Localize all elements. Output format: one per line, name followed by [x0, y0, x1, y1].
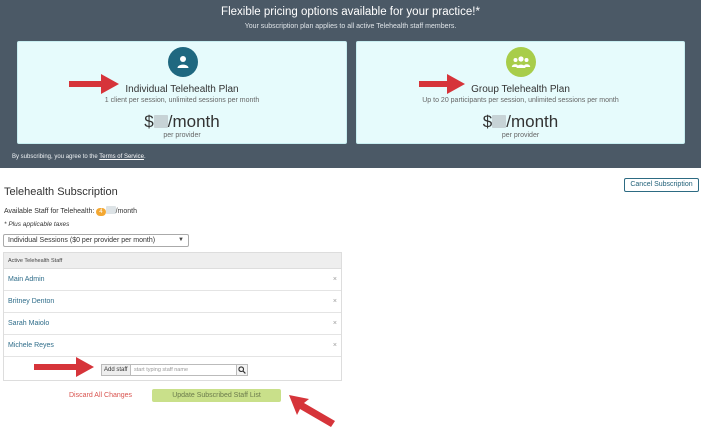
cancel-subscription-button[interactable]: Cancel Subscription [624, 178, 699, 192]
plan-description: Up to 20 participants per session, unlim… [422, 97, 619, 104]
staff-table-header: Active Telehealth Staff [4, 253, 341, 269]
discard-changes-link[interactable]: Discard All Changes [69, 392, 132, 399]
remove-icon[interactable]: × [333, 335, 337, 356]
update-staff-list-button[interactable]: Update Subscribed Staff List [152, 389, 281, 402]
plan-description: 1 client per session, unlimited sessions… [104, 97, 260, 104]
tax-note: * Plus applicable taxes [4, 221, 70, 228]
plan-price: $/month [482, 112, 559, 131]
terms-notice: By subscribing, you agree to the Terms o… [12, 154, 146, 160]
section-title: Telehealth Subscription [4, 186, 118, 198]
annotation-arrow-icon [69, 74, 119, 94]
remove-icon[interactable]: × [333, 269, 337, 290]
person-icon [168, 47, 198, 77]
plan-price-unit: per provider [163, 132, 201, 139]
staff-name-link[interactable]: Sarah Maiolo [8, 320, 49, 327]
plan-price-unit: per provider [501, 132, 540, 139]
staff-count-badge: 4 [96, 208, 106, 216]
staff-name-link[interactable]: Michele Reyes [8, 342, 54, 349]
available-staff: Available Staff for Telehealth: 4/month [4, 206, 137, 216]
group-icon [506, 47, 536, 77]
remove-icon[interactable]: × [333, 291, 337, 312]
group-plan-card[interactable]: Group Telehealth Plan Up to 20 participa… [356, 41, 685, 144]
staff-search-input[interactable]: start typing staff name [131, 364, 237, 376]
plan-price: $/month [144, 112, 220, 131]
redacted-price [492, 115, 507, 128]
remove-icon[interactable]: × [333, 313, 337, 334]
plan-name: Group Telehealth Plan [471, 84, 570, 95]
staff-name-link[interactable]: Britney Denton [8, 298, 54, 305]
search-icon[interactable] [236, 364, 248, 376]
banner-subtitle: Your subscription plan applies to all ac… [244, 23, 457, 30]
table-row: Michele Reyes × [4, 335, 341, 357]
staff-table: Active Telehealth Staff Main Admin × Bri… [3, 252, 342, 381]
add-staff-label: Add staff [101, 364, 131, 376]
banner-title: Flexible pricing options available for y… [221, 6, 480, 18]
table-row: Main Admin × [4, 269, 341, 291]
add-staff-row: Add staff start typing staff name [4, 357, 341, 382]
terms-of-service-link[interactable]: Terms of Service [99, 154, 144, 160]
staff-name-link[interactable]: Main Admin [8, 276, 45, 283]
annotation-arrow-icon [289, 395, 335, 427]
redacted-price [153, 115, 168, 128]
annotation-arrow-icon [419, 74, 465, 94]
redacted-price [105, 206, 116, 214]
plan-select[interactable]: Individual Sessions ($0 per provider per… [3, 234, 189, 247]
table-row: Britney Denton × [4, 291, 341, 313]
chevron-down-icon: ▼ [178, 237, 184, 243]
table-row: Sarah Maiolo × [4, 313, 341, 335]
